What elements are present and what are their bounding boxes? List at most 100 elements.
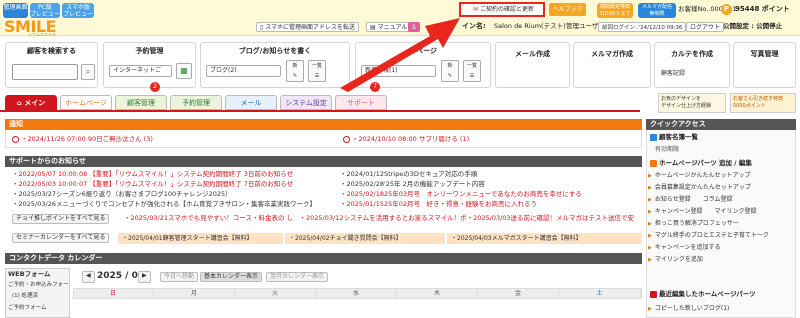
customer-search-box: 顧客を検索する ⌕	[5, 42, 98, 88]
recent-item-link[interactable]: コピーした新しいブログ(1)	[648, 305, 730, 313]
help-button[interactable]: ヘルプック	[549, 3, 586, 16]
photo-box[interactable]: 写真管理	[733, 42, 796, 88]
support-item-8[interactable]: ・2025/01/1525年02月号 好き・得意・経験をお商売に入れるう	[340, 200, 640, 209]
admin-badge[interactable]: 管理画面	[3, 3, 28, 18]
points-ad-banner[interactable]: お客さん引き続き特典 5000ポイント	[730, 93, 796, 113]
support-item-6[interactable]: ・2025/02/28'25年 2月の機能アップデート内容	[340, 180, 640, 189]
tab-system[interactable]: システム設定	[280, 95, 332, 110]
user-role: 管理ユーザ	[566, 22, 599, 30]
blog-box: ブログ/お知らせを書く ブログ(2) 新 ✎ 一覧 ☰	[200, 42, 350, 88]
mailmag-create-title: メルマガ作成	[591, 50, 633, 58]
basic-calendar-button[interactable]: 基本カレンダー表示	[200, 272, 263, 282]
alert-icon	[12, 135, 19, 143]
points-icon: P	[721, 4, 732, 15]
blog-new-button[interactable]: 新 ✎	[286, 60, 304, 82]
support-item-1[interactable]: ・2022/05/07 10:00:08 【重要】「リウムスマイル！」システム契…	[12, 170, 332, 179]
calendar-icon[interactable]: ▦	[176, 63, 192, 79]
search-icon[interactable]: ⌕	[81, 64, 95, 80]
view-points-button[interactable]: チョイ推しポイントをすべて見る	[12, 214, 110, 224]
next-month-button[interactable]: ▶	[138, 271, 151, 283]
web-form-title: WEBフォーム	[8, 270, 51, 278]
parts-icon	[650, 159, 657, 167]
reservation-box: 予約管理 インターネットご ▦	[103, 42, 196, 88]
view-seminar-button[interactable]: セミナーカレンダーをすべて見る	[12, 233, 110, 243]
reservation-count-badge: 2	[150, 82, 160, 92]
expiry-label: 有効期限	[655, 146, 680, 153]
web-form-sub[interactable]: ご予約・お申込みフォー	[8, 281, 68, 290]
tab-reservation[interactable]: 予約管理	[170, 95, 222, 110]
hp-parts-label: ホームページパーツ 追加 / 編集	[659, 159, 752, 167]
notice-icon: ✉	[473, 6, 480, 13]
mail-create-box[interactable]: メール作成	[495, 42, 570, 88]
support-item-7[interactable]: ・2025/02/1825年03月号 オンリーワンメニューであなたのお商売を幸せ…	[340, 190, 640, 199]
blog-title: ブログ/お知らせを書く	[238, 47, 312, 55]
recent-icon	[650, 290, 657, 298]
recent-parts-title: 最近編集したホームページパーツ	[650, 290, 756, 299]
today-button[interactable]: 今日へ移動	[160, 272, 199, 282]
support-item-2[interactable]: ・2022/05/03 10:00:07 【重要】「リウムスマイル！」システム契…	[12, 180, 332, 189]
public-setting[interactable]: 公開設定 : 公開停止	[723, 22, 782, 31]
annotation-arrow	[340, 18, 460, 92]
tab-customer[interactable]: 顧客管理	[115, 95, 167, 110]
design-ad-banner[interactable]: お気のデザインを デザイン仕上げ方経験	[658, 93, 726, 113]
web-form-item-2[interactable]: ご予約フォーム	[8, 304, 46, 313]
weekday-sun: 日	[73, 289, 154, 298]
tab-underline	[0, 110, 640, 112]
customer-list-label: 顧客名簿一覧	[659, 133, 698, 141]
prev-month-button[interactable]: ◀	[82, 271, 95, 283]
list-label: 一覧	[311, 63, 322, 69]
points-value: 95448 ポイント	[735, 5, 790, 13]
customer-search-input[interactable]	[12, 64, 78, 80]
weekday-fri: 金	[478, 289, 559, 298]
karte-create-box[interactable]: カルテを作成 顧客記録	[654, 42, 730, 88]
business-calendar-button[interactable]: 翌月カレンダー表示	[266, 272, 329, 282]
mailmag-create-box[interactable]: メルマガ作成	[573, 42, 651, 88]
notice-item-1[interactable]: ・2024/11/26 07:00 90日ご無沙汰さん (3)	[12, 135, 153, 144]
point-news[interactable]: ・2025/03/21スマホでも見やすい！コース・料金表の し ・2025/03…	[124, 214, 642, 223]
quick-link-4[interactable]: キャンペーン登録 マイリンク登録	[648, 208, 757, 216]
quick-link-1[interactable]: ホームページかんたんセットアップ	[648, 172, 751, 180]
quick-link-3[interactable]: お知らせ登録 コラム登録	[648, 196, 733, 204]
support-header: サポートからのお知らせ	[5, 156, 642, 167]
support-item-3[interactable]: ・2025/03/27シーズン6振り返り（お客さまブログ100チャレンジ2025…	[12, 190, 332, 199]
seminar-item-1[interactable]: ・2025/04/01顧客管理スタート講習会【無料】	[118, 233, 283, 244]
notice-header: 通知	[5, 119, 642, 130]
tab-mail[interactable]: メール	[225, 95, 277, 110]
support-item-4[interactable]: ・2025/03/26メニューづくりでコンセプトが強化される【ホム育覚プきサロン…	[12, 200, 332, 209]
tab-main[interactable]: ⌂ メイン	[5, 95, 57, 110]
quick-link-2[interactable]: 会員募集設定かんたんセットアップ	[648, 184, 751, 192]
reservation-select[interactable]: インターネットご	[109, 65, 172, 77]
campaign-banner-2[interactable]: メルマガ配信 無制限	[638, 3, 676, 18]
photo-title: 写真管理	[750, 50, 779, 58]
logo-subtitle: リウムスマイル	[28, 32, 56, 37]
recent-parts-label: 最近編集したホームページパーツ	[659, 290, 756, 298]
list-icon	[650, 133, 657, 141]
quick-link-5[interactable]: 担っこ買う解消プロフェッサー	[648, 220, 739, 228]
seminar-item-3[interactable]: ・2025/04/03メルマガスタート講習会【無料】	[447, 233, 642, 244]
campaign-banner-1[interactable]: 期間限定特典 30100人まで	[597, 3, 633, 18]
quick-link-7[interactable]: キャンペーンを追加する	[648, 244, 721, 252]
tab-homepage[interactable]: ホームページ	[60, 95, 112, 110]
quick-link-8[interactable]: マイリンクを追加	[648, 256, 703, 264]
seminar-item-2[interactable]: ・2025/04/02チョイ聞き質問会【無料】	[285, 233, 445, 244]
notice-item-2[interactable]: ・2024/10/10 08:00 サプリ届ける (1)	[343, 135, 469, 144]
web-form-item[interactable]: (1) 処理済	[12, 292, 38, 301]
notice-item-2-label: ・2024/10/10 08:00 サプリ届ける (1)	[352, 135, 470, 143]
blog-select[interactable]: ブログ(2)	[206, 65, 281, 77]
weekday-mon: 月	[154, 289, 235, 298]
pc-preview-button[interactable]: PC版 プレビュー	[30, 3, 60, 18]
store-name: Salon de Rium(テスト)	[494, 22, 566, 30]
blog-list-button[interactable]: 一覧 ☰	[308, 60, 326, 82]
support-item-5[interactable]: ・2024/01/12Stripeの3Dセキュア対応の手順	[340, 170, 640, 179]
sp-preview-button[interactable]: スマホ版 プレビュー	[62, 3, 94, 18]
new-label: 新	[292, 63, 298, 69]
calendar-header: コンタクトデータ カレンダー	[5, 253, 642, 264]
logout-button[interactable]: ログアウト	[686, 22, 725, 32]
contract-notice-link[interactable]: ✉ ご契約の確認と更新	[459, 2, 545, 17]
customer-list-link[interactable]: 顧客名簿一覧	[650, 133, 698, 142]
tab-main-label: メイン	[24, 99, 46, 107]
quick-access-header: クイックアクセス	[646, 119, 796, 130]
karte-sub: 顧客記録	[661, 70, 686, 77]
quick-link-6[interactable]: マグル終手のプロとエステと子育てトーク	[648, 232, 769, 240]
tab-support[interactable]: サポート	[335, 95, 387, 110]
